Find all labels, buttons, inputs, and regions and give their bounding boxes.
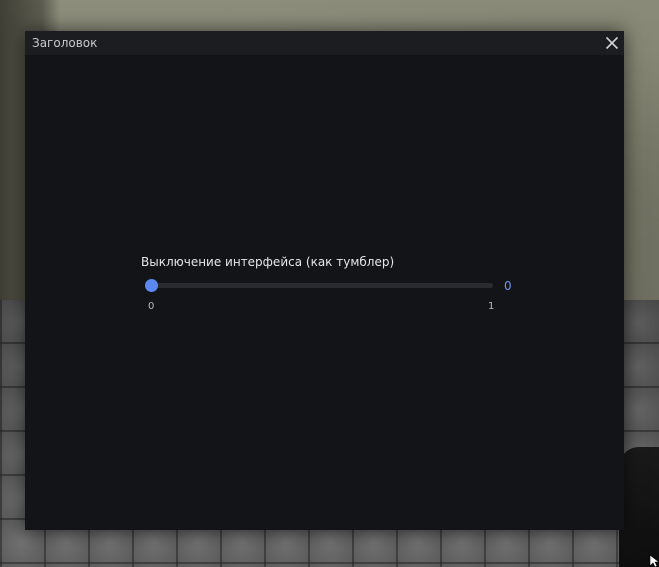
dialog-window: Заголовок Выключение интерфейса (как тум… (25, 31, 624, 530)
slider-max-label: 1 (488, 301, 495, 312)
window-title: Заголовок (32, 36, 98, 50)
close-icon (605, 36, 619, 50)
mouse-cursor-icon (649, 555, 659, 567)
game-background: Заголовок Выключение интерфейса (как тум… (0, 0, 659, 567)
slider-min-label: 0 (148, 301, 155, 312)
slider-label: Выключение интерфейса (как тумблер) (141, 255, 395, 269)
slider-value: 0 (504, 279, 512, 293)
window-titlebar[interactable]: Заголовок (25, 31, 624, 55)
interface-toggle-slider[interactable] (145, 279, 493, 292)
viewmodel-weapon (619, 447, 659, 567)
slider-thumb[interactable] (145, 279, 158, 292)
close-button[interactable] (603, 34, 621, 52)
